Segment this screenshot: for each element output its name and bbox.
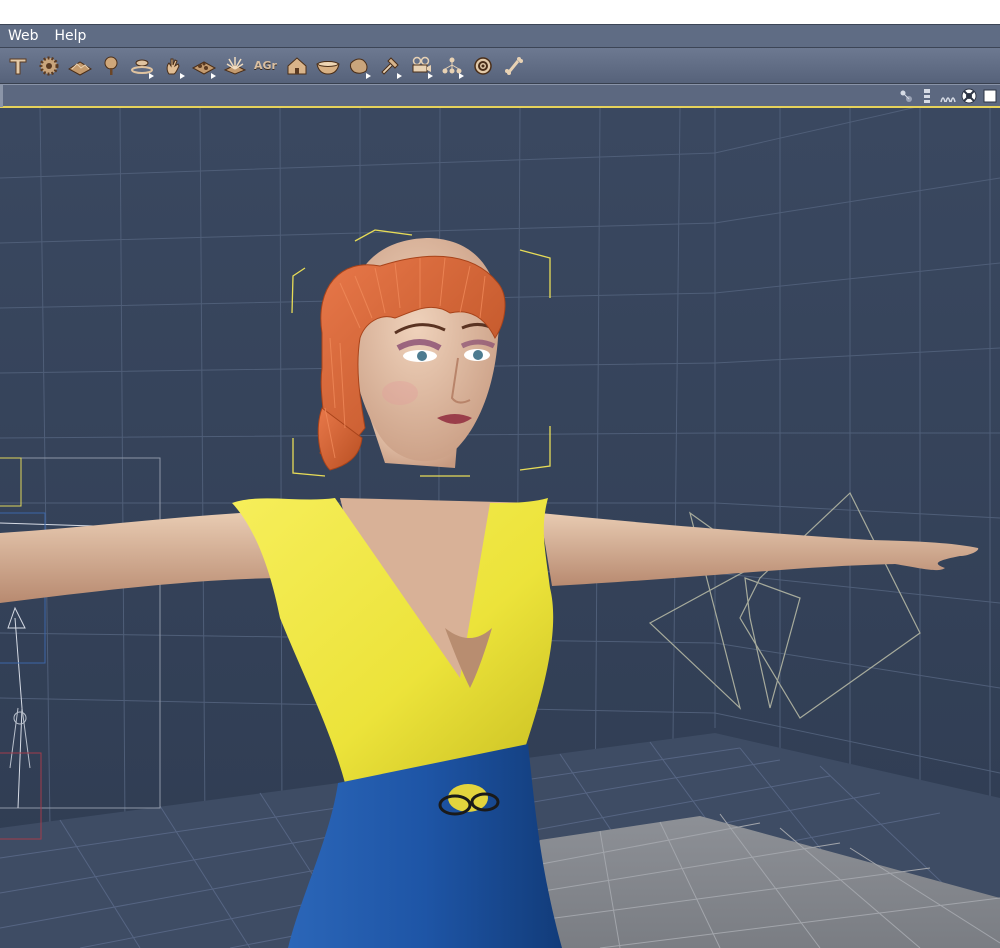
color-swatch-icon: [983, 89, 997, 103]
flyout-arrow-icon: [366, 72, 371, 79]
sort-button[interactable]: [917, 87, 937, 105]
flyout-arrow-icon: [149, 72, 154, 79]
house-icon: [287, 56, 306, 74]
bowl-button[interactable]: [312, 51, 343, 81]
cloud-ring-button[interactable]: [126, 51, 157, 81]
hand-button[interactable]: [157, 51, 188, 81]
bowl-icon: [315, 60, 340, 75]
menu-help[interactable]: Help: [47, 25, 95, 47]
menu-web[interactable]: Web: [0, 25, 47, 47]
terrain-button[interactable]: [64, 51, 95, 81]
agr-button[interactable]: AGr: [250, 51, 281, 81]
tree-icon: [104, 56, 117, 75]
reset-view-icon: [961, 88, 977, 104]
render-style-icon: [940, 97, 956, 103]
viewport-frame-edge: [0, 85, 3, 107]
hammer-button[interactable]: [374, 51, 405, 81]
gear-tool-icon: [39, 56, 58, 75]
text-tool-button[interactable]: [2, 51, 33, 81]
main-toolbar: AGr: [0, 48, 1000, 84]
flyout-arrow-icon: [180, 72, 185, 79]
tree-button[interactable]: [95, 51, 126, 81]
plant-button[interactable]: [219, 51, 250, 81]
plant-icon: [223, 56, 246, 75]
flyout-arrow-icon: [211, 72, 216, 79]
light-controls-button[interactable]: [896, 87, 916, 105]
scene-render: [0, 108, 1000, 948]
network-button[interactable]: [436, 51, 467, 81]
bone-icon: [504, 56, 523, 75]
light-controls-icon: [900, 90, 912, 102]
camera-button[interactable]: [405, 51, 436, 81]
render-style-button[interactable]: [938, 87, 958, 105]
title-strip: [0, 0, 1000, 24]
stone-button[interactable]: [343, 51, 374, 81]
rock-cluster-button[interactable]: [188, 51, 219, 81]
flyout-arrow-icon: [397, 72, 402, 79]
text-tool-icon: [9, 58, 26, 74]
menu-bar: Web Help: [0, 24, 1000, 48]
flyout-arrow-icon: [428, 72, 433, 79]
reset-view-button[interactable]: [959, 87, 979, 105]
terrain-icon: [67, 60, 92, 76]
house-button[interactable]: [281, 51, 312, 81]
color-swatch-button[interactable]: [980, 87, 1000, 105]
3d-viewport[interactable]: [0, 108, 1000, 948]
bone-button[interactable]: [498, 51, 529, 81]
gear-tool-button[interactable]: [33, 51, 64, 81]
viewport-control-bar: [0, 84, 1000, 108]
target-icon: [473, 56, 492, 75]
agr-text-icon: AGr: [254, 59, 277, 72]
sort-icon: [924, 89, 930, 103]
target-button[interactable]: [467, 51, 498, 81]
flyout-arrow-icon: [459, 72, 464, 79]
